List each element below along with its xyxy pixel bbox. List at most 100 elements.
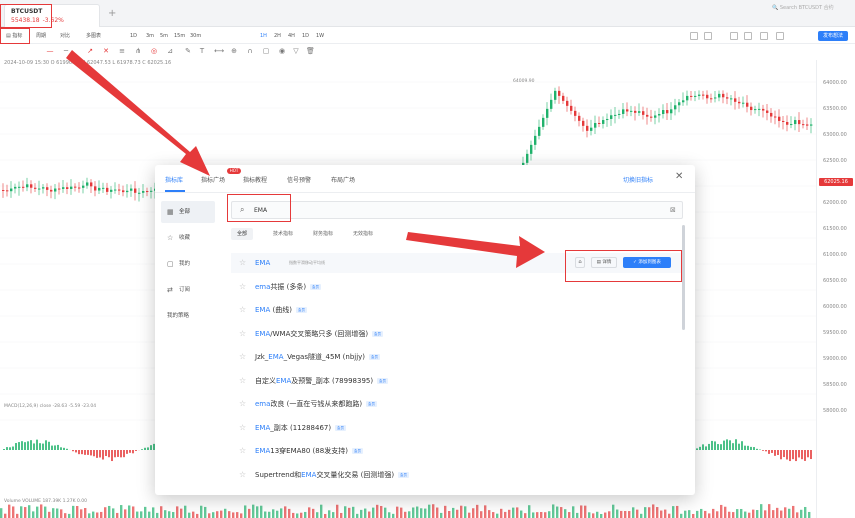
macd-histogram-bar (723, 440, 725, 450)
volume-bar (128, 505, 131, 518)
publish-button[interactable]: 发布想法 (818, 31, 848, 41)
period-button[interactable]: 周期 (36, 32, 46, 40)
interval-6[interactable]: 2H (274, 32, 281, 40)
macd-histogram-bar (777, 450, 779, 455)
volume-bar (72, 505, 75, 518)
filter-icon[interactable]: ▽ (292, 47, 300, 55)
macd-histogram-bar (717, 444, 719, 450)
sidebar-item-all[interactable]: ▦ 全部 (161, 201, 215, 223)
indicator-result-row[interactable]: ☆ ema改良 (一直在亏钱从来都跑路) 会员 (231, 394, 683, 414)
interval-4[interactable]: 30m (190, 32, 201, 40)
volume-bar (792, 505, 795, 518)
favorite-star-icon[interactable]: ☆ (239, 282, 246, 292)
indicator-result-row[interactable]: ☆ EMA_副本 (11288467) 会员 (231, 418, 683, 438)
macd-histogram-bar (135, 450, 137, 451)
sidebar-item-my-strategy[interactable]: 我的策略 (161, 305, 215, 327)
interval-9[interactable]: 1W (316, 32, 324, 40)
volume-bar (776, 507, 779, 518)
interval-7[interactable]: 4H (288, 32, 295, 40)
brush-icon[interactable]: ✎ (184, 47, 192, 55)
indicator-result-row[interactable]: ☆ EMA13穿EMA80 (88发支持) 会员 (231, 441, 683, 461)
trash-icon[interactable]: 🗑 (306, 47, 315, 55)
favorite-star-icon[interactable]: ☆ (239, 376, 246, 386)
indicator-result-row[interactable]: ☆ Supertrend和EMA交叉量化交易 (回测增强) 会员 (231, 465, 683, 485)
channel-icon[interactable]: ≡ (118, 47, 126, 55)
candle-body (646, 114, 649, 117)
eye-icon[interactable]: ◉ (278, 47, 286, 55)
magnet-icon[interactable]: ∩ (246, 47, 254, 55)
candle-body (54, 188, 57, 192)
compare-button[interactable]: 对比 (60, 32, 70, 40)
filter-invalid[interactable]: 无效指标 (347, 228, 379, 240)
favorite-star-icon[interactable]: ☆ (239, 258, 246, 268)
sidebar-item-subscribed[interactable]: ⇄ 订阅 (161, 279, 215, 301)
macd-histogram-bar (735, 439, 737, 450)
alert-icon[interactable] (776, 32, 784, 40)
macd-histogram-bar (132, 450, 134, 454)
indicator-result-row[interactable]: ☆ Jzk_EMA_Vegas隧道_45M (nbjjy) 会员 (231, 347, 683, 367)
interval-8[interactable]: 1D (302, 32, 309, 40)
favorite-star-icon[interactable]: ☆ (239, 423, 246, 433)
top-search-input[interactable]: 🔍 Search BTCUSDT 合约 (772, 2, 854, 15)
filter-financial[interactable]: 财务指标 (307, 228, 339, 240)
favorite-star-icon[interactable]: ☆ (239, 329, 246, 339)
macd-histogram-bar (804, 450, 806, 461)
tab-indicator-square[interactable]: 指标广场 (201, 175, 225, 184)
indicator-result-row[interactable]: ☆ EMA (曲线) 会员 (231, 300, 683, 320)
macd-histogram-bar (123, 450, 125, 458)
indicator-result-row[interactable]: ☆ EMA/WMA交叉策略只多 (回测增强) 会员 (231, 324, 683, 344)
tab-signal-alert[interactable]: 信号预警 (287, 175, 311, 184)
template-icon[interactable] (704, 32, 712, 40)
macd-histogram-bar (111, 450, 113, 462)
tab-indicator-tutorial[interactable]: 指标教程 (243, 175, 267, 184)
measure-icon[interactable]: ⟷ (214, 47, 224, 55)
fullscreen-icon[interactable] (744, 32, 752, 40)
clear-search-icon[interactable]: ⊠ (670, 206, 678, 214)
pitchfork-icon[interactable]: ⋔ (134, 47, 142, 55)
interval-2[interactable]: 5m (160, 32, 168, 40)
favorite-star-icon[interactable]: ☆ (239, 352, 246, 362)
filter-technical[interactable]: 技术指标 (267, 228, 299, 240)
sidebar-item-mine[interactable]: ▢ 我的 (161, 253, 215, 275)
favorite-star-icon[interactable]: ☆ (239, 305, 246, 315)
volume-bar (144, 506, 147, 518)
add-tab-icon[interactable]: + (108, 8, 116, 19)
indicator-result-row[interactable]: ☆ 自定义EMA及预警_副本 (78998395) 会员 (231, 371, 683, 391)
lock-icon[interactable]: ▢ (262, 47, 270, 55)
filter-all[interactable]: 全部 (231, 228, 254, 240)
interval-3[interactable]: 15m (174, 32, 185, 40)
volume-bar (732, 512, 735, 518)
volume-bar (640, 513, 643, 518)
volume-bar (600, 513, 603, 518)
member-badge: 会员 (335, 424, 346, 431)
interval-0[interactable]: 1D (130, 32, 137, 40)
close-icon[interactable]: ✕ (675, 172, 683, 182)
favorite-star-icon[interactable]: ☆ (239, 470, 246, 480)
volume-bar (552, 504, 555, 518)
trendline-icon[interactable]: — (46, 47, 54, 55)
hline-icon[interactable]: ─ (62, 47, 70, 55)
layout-icon[interactable] (690, 32, 698, 40)
volume-bar (284, 506, 287, 518)
multichart-button[interactable]: 多图表 (86, 32, 101, 40)
favorite-star-icon[interactable]: ☆ (239, 399, 246, 409)
tab-layout-square[interactable]: 布局广场 (331, 175, 355, 184)
indicator-name: ema共振 (多条) (255, 282, 307, 291)
ray-icon[interactable]: ↗ (86, 47, 94, 55)
snapshot-icon[interactable] (730, 32, 738, 40)
zoom-icon[interactable]: ⊕ (230, 47, 238, 55)
result-scrollbar[interactable] (682, 225, 685, 330)
interval-5[interactable]: 1H (260, 32, 267, 40)
tab-indicator-library[interactable]: 指标库 (165, 175, 183, 184)
fib-icon[interactable]: ◎ (150, 47, 158, 55)
text-icon[interactable]: T (198, 47, 206, 55)
favorite-star-icon[interactable]: ☆ (239, 446, 246, 456)
pattern-icon[interactable]: ⊿ (166, 47, 174, 55)
interval-1[interactable]: 3m (146, 32, 154, 40)
price-tick: 61500.00 (823, 226, 847, 232)
cross-icon[interactable]: ✕ (102, 47, 110, 55)
indicator-search-input[interactable] (254, 205, 554, 216)
settings-icon[interactable] (760, 32, 768, 40)
sidebar-item-favorites[interactable]: ☆ 收藏 (161, 227, 215, 249)
switch-legacy-link[interactable]: 切换旧指标 (623, 175, 653, 184)
